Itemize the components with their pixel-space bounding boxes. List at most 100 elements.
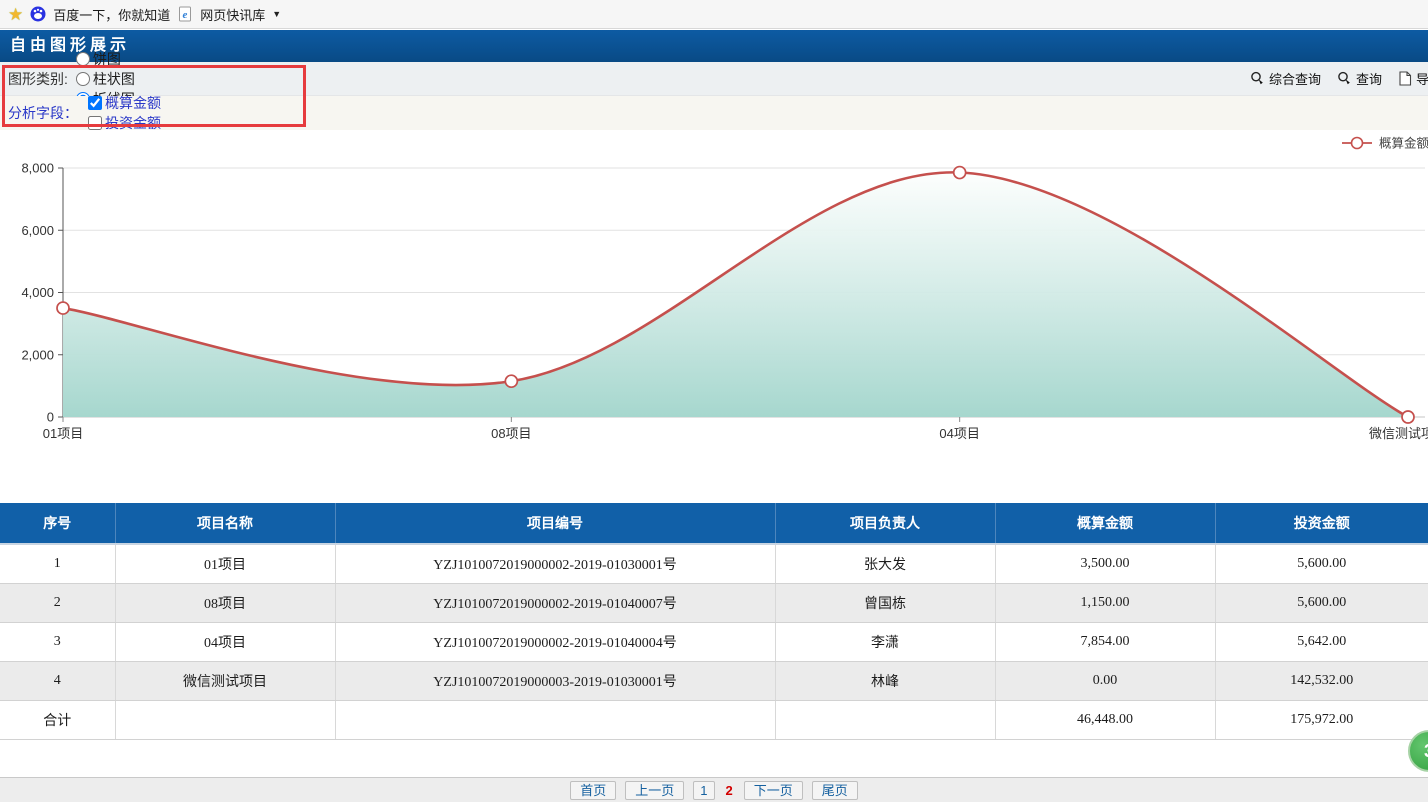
table-row[interactable]: 208项目YZJ1010072019000002-2019-01040007号曾… (0, 584, 1428, 623)
analysis-field-checkbox[interactable] (88, 116, 102, 130)
table-column-header: 项目负责人 (775, 503, 995, 544)
favorites-star-icon[interactable]: ★ (8, 6, 23, 23)
data-point-marker[interactable] (1402, 411, 1414, 423)
toolbar-actions: 综合查询 查询 导出 (1250, 69, 1428, 88)
table-total-cell (775, 701, 995, 740)
chart-type-radio[interactable] (76, 52, 90, 66)
browser-favorites-bar: ★ 百度一下，你就知道 e 网页快讯库 ▼ (0, 0, 1428, 29)
y-axis-tick-label: 4,000 (21, 285, 54, 300)
table-cell: 01项目 (115, 544, 335, 584)
table-row[interactable]: 4微信测试项目YZJ1010072019000003-2019-01030001… (0, 662, 1428, 701)
table-total-cell: 46,448.00 (995, 701, 1215, 740)
y-axis-tick-label: 6,000 (21, 223, 54, 238)
chart-type-radio[interactable] (76, 72, 90, 86)
table-cell: 142,532.00 (1215, 662, 1428, 701)
feeds-label: 网页快讯库 (200, 5, 265, 24)
analysis-field-toolbar: 分析字段： 概算金额投资金额 (0, 96, 1428, 130)
action-label: 导出 (1416, 69, 1428, 88)
chart-type-option[interactable]: 柱状图 (76, 69, 135, 89)
table-column-header: 项目编号 (335, 503, 775, 544)
pagination-button-下一页[interactable]: 下一页 (744, 781, 803, 800)
pagination-button-上一页[interactable]: 上一页 (625, 781, 684, 800)
pagination-button-尾页[interactable]: 尾页 (812, 781, 858, 800)
baidu-icon[interactable] (30, 6, 46, 22)
favorites-feeds-menu[interactable]: 网页快讯库 ▼ (200, 5, 281, 24)
y-axis-tick-label: 2,000 (21, 347, 54, 362)
table-header-row: 序号项目名称项目编号项目负责人概算金额投资金额 (0, 503, 1428, 544)
table-cell: 林峰 (775, 662, 995, 701)
legend-label[interactable]: 概算金额 (1379, 136, 1428, 151)
pagination-bar: 首页上一页12下一页尾页 (0, 777, 1428, 802)
table-cell: 5,600.00 (1215, 544, 1428, 584)
table-column-header: 投资金额 (1215, 503, 1428, 544)
table-row[interactable]: 304项目YZJ1010072019000002-2019-01040004号李… (0, 623, 1428, 662)
x-axis-category-label: 微信测试项目 (1369, 426, 1428, 441)
table-cell: 5,600.00 (1215, 584, 1428, 623)
table-total-cell (335, 701, 775, 740)
table-total-cell: 175,972.00 (1215, 701, 1428, 740)
data-point-marker[interactable] (57, 302, 69, 314)
analysis-field-label: 分析字段： (8, 103, 78, 123)
data-point-marker[interactable] (954, 167, 966, 179)
y-axis-tick-label: 0 (47, 410, 54, 425)
search-icon (1250, 71, 1265, 86)
pagination-button-首页[interactable]: 首页 (570, 781, 616, 800)
action-查询[interactable]: 查询 (1337, 69, 1382, 88)
pagination-page-1[interactable]: 1 (693, 781, 714, 800)
table-cell: 张大发 (775, 544, 995, 584)
table-cell: 3 (0, 623, 115, 662)
project-table: 序号项目名称项目编号项目负责人概算金额投资金额 101项目YZJ10100720… (0, 503, 1428, 740)
x-axis-category-label: 04项目 (939, 426, 979, 441)
chart-type-option-label: 柱状图 (93, 69, 135, 89)
table-cell: YZJ1010072019000002-2019-01030001号 (335, 544, 775, 584)
table-cell: 曾国栋 (775, 584, 995, 623)
analysis-field-options: 概算金额投资金额 (88, 93, 171, 133)
line-chart-svg: 0 2,000 4,000 6,000 8,000 01项目 08项目 04项目 微信测试项目 概… (0, 130, 1428, 460)
chart-type-label: 图形类别: (8, 69, 68, 89)
table-cell: 2 (0, 584, 115, 623)
chevron-down-icon: ▼ (272, 9, 281, 19)
y-axis-tick-label: 8,000 (21, 161, 54, 176)
export-icon (1398, 71, 1412, 86)
analysis-field-checkbox[interactable] (88, 96, 102, 110)
ie-page-icon: e (177, 6, 193, 22)
table-cell: YZJ1010072019000002-2019-01040004号 (335, 623, 775, 662)
x-axis-category-label: 08项目 (491, 426, 531, 441)
page-title-bar: 自由图形展示 (0, 30, 1428, 62)
search-icon (1337, 71, 1352, 86)
table-total-cell (115, 701, 335, 740)
chart-type-toolbar: 图形类别: 饼图柱状图折线图 综合查询查询导出 (0, 62, 1428, 96)
project-table-wrap: 序号项目名称项目编号项目负责人概算金额投资金额 101项目YZJ10100720… (0, 503, 1428, 740)
table-cell: YZJ1010072019000002-2019-01040007号 (335, 584, 775, 623)
table-cell: 7,854.00 (995, 623, 1215, 662)
table-cell: 5,642.00 (1215, 623, 1428, 662)
chart-type-option-label: 饼图 (93, 49, 121, 69)
table-column-header: 序号 (0, 503, 115, 544)
table-cell: 1 (0, 544, 115, 584)
x-axis-category-label: 01项目 (43, 426, 83, 441)
action-label: 查询 (1356, 69, 1382, 88)
svg-text:e: e (183, 9, 188, 21)
bookmark-label: 百度一下，你就知道 (53, 5, 170, 24)
line-chart: 0 2,000 4,000 6,000 8,000 01项目 08项目 04项目 微信测试项目 概… (0, 130, 1428, 465)
table-cell: 3,500.00 (995, 544, 1215, 584)
page-title: 自由图形展示 (0, 30, 1428, 62)
action-综合查询[interactable]: 综合查询 (1250, 69, 1321, 88)
table-column-header: 概算金额 (995, 503, 1215, 544)
table-cell: 微信测试项目 (115, 662, 335, 701)
table-cell: 李潇 (775, 623, 995, 662)
table-cell: 04项目 (115, 623, 335, 662)
table-cell: 1,150.00 (995, 584, 1215, 623)
legend-marker-icon[interactable] (1352, 138, 1363, 149)
table-column-header: 项目名称 (115, 503, 335, 544)
table-cell: YZJ1010072019000003-2019-01030001号 (335, 662, 775, 701)
table-cell: 0.00 (995, 662, 1215, 701)
table-cell: 08项目 (115, 584, 335, 623)
data-point-marker[interactable] (505, 375, 517, 387)
action-label: 综合查询 (1269, 69, 1321, 88)
table-row[interactable]: 101项目YZJ1010072019000002-2019-01030001号张… (0, 544, 1428, 584)
chart-type-option[interactable]: 饼图 (76, 49, 135, 69)
favorites-bookmark-baidu[interactable]: 百度一下，你就知道 (53, 5, 170, 24)
action-导出[interactable]: 导出 (1398, 69, 1428, 88)
analysis-field-option[interactable]: 概算金额 (88, 93, 161, 113)
